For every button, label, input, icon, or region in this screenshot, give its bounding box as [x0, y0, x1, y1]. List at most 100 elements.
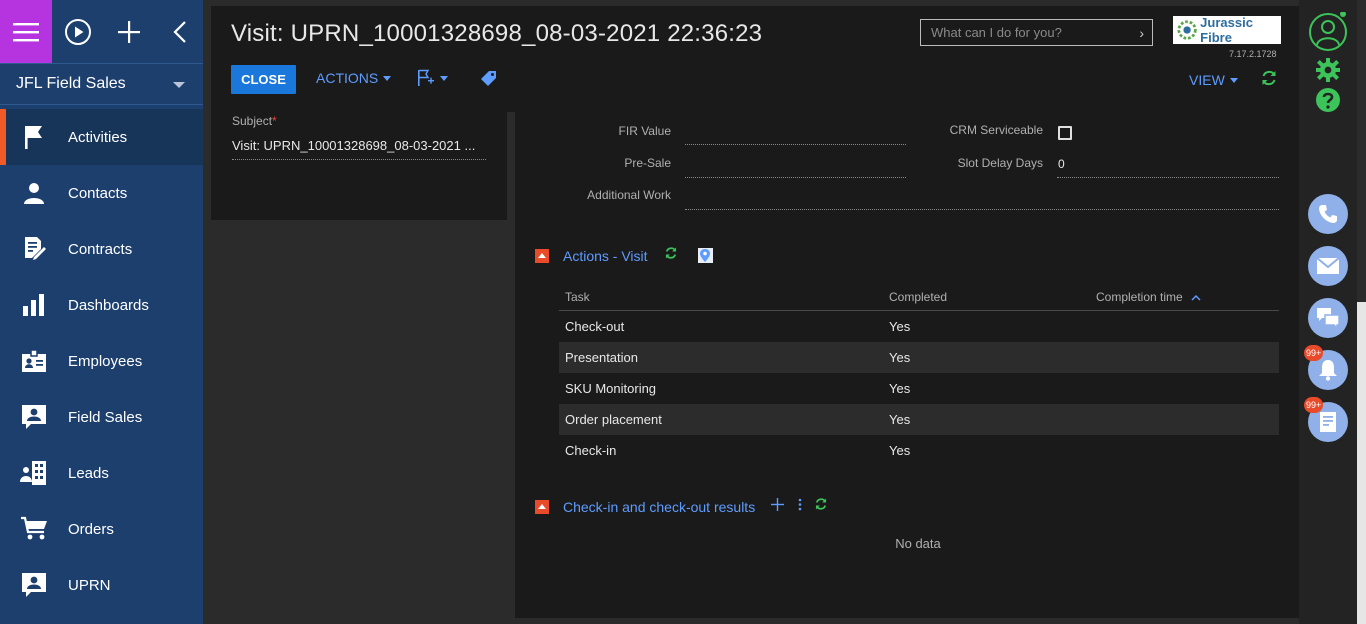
hamburger-menu-button[interactable] — [0, 0, 52, 63]
fir-value-label: FIR Value — [618, 124, 671, 138]
task-cell: Check-in — [565, 443, 617, 458]
actions-visit-title[interactable]: Actions - Visit — [563, 248, 648, 264]
envelope-icon — [1317, 258, 1339, 274]
logo-swirl-icon — [1177, 20, 1197, 40]
more-options-button[interactable] — [798, 498, 802, 516]
sidebar-item-employees[interactable]: Employees — [0, 333, 203, 389]
bell-icon — [1319, 360, 1337, 381]
task-cell: SKU Monitoring — [565, 381, 657, 396]
badge-icon — [20, 347, 48, 375]
bar-chart-icon — [20, 291, 48, 319]
play-circle-icon — [65, 18, 91, 45]
column-header-task[interactable]: Task — [565, 290, 590, 304]
map-pin-icon — [700, 249, 711, 262]
table-row[interactable]: Check-out Yes — [559, 311, 1279, 342]
crm-serviceable-checkbox[interactable] — [1058, 126, 1072, 140]
page-title: Visit: UPRN_10001328698_08-03-2021 22:36… — [231, 20, 763, 47]
sidebar-item-field-sales[interactable]: Field Sales — [0, 389, 203, 445]
caret-down-icon — [173, 82, 185, 88]
view-menu-button[interactable]: VIEW — [1189, 72, 1238, 88]
actions-visit-table: Task Completed Completion time Check-out… — [559, 284, 1279, 466]
slot-delay-days-value: 0 — [1058, 157, 1065, 171]
help-icon — [1316, 88, 1340, 112]
fir-value-field[interactable] — [685, 144, 906, 145]
column-header-completion-time[interactable]: Completion time — [1096, 290, 1201, 304]
notifications-button[interactable]: 99+ — [1304, 345, 1348, 390]
add-new-button[interactable] — [104, 0, 154, 63]
chat-button[interactable] — [1308, 298, 1348, 338]
table-row[interactable]: Presentation Yes — [559, 342, 1279, 373]
refresh-icon — [665, 247, 676, 259]
scrollbar-thumb[interactable] — [1357, 302, 1366, 624]
tag-icon — [481, 71, 496, 86]
refresh-actions-button[interactable] — [664, 246, 678, 265]
close-button[interactable]: CLOSE — [231, 65, 296, 94]
flag-icon — [20, 123, 48, 151]
sidebar-item-contracts[interactable]: Contracts — [0, 221, 203, 277]
caret-down-icon — [1229, 77, 1238, 83]
sidebar-item-activities[interactable]: Activities — [0, 109, 203, 165]
workspace-selector[interactable]: JFL Field Sales — [0, 63, 203, 105]
map-pin-button[interactable] — [697, 248, 713, 263]
sidebar-top-bar — [0, 0, 203, 63]
caret-down-icon — [440, 75, 448, 81]
sidebar-item-label: UPRN — [68, 576, 111, 594]
completed-cell: Yes — [889, 350, 911, 365]
contract-icon — [20, 235, 48, 263]
refresh-button[interactable] — [1260, 69, 1278, 92]
process-play-button[interactable] — [53, 0, 103, 63]
crm-serviceable-label: CRM Serviceable — [949, 123, 1043, 137]
refresh-results-button[interactable] — [814, 497, 828, 516]
chevron-right-icon[interactable]: › — [1139, 25, 1144, 41]
avatar-icon — [1309, 11, 1347, 51]
feed-button[interactable]: 99+ — [1304, 397, 1348, 442]
collapse-section-button[interactable] — [535, 248, 549, 263]
sidebar-item-orders[interactable]: Orders — [0, 501, 203, 557]
completed-cell: Yes — [889, 412, 911, 427]
actions-menu-button[interactable]: ACTIONS — [316, 70, 392, 86]
sidebar-item-label: Field Sales — [68, 408, 143, 426]
gear-icon — [1316, 58, 1340, 82]
email-button[interactable] — [1308, 246, 1348, 286]
refresh-icon — [1262, 70, 1276, 86]
flag-menu-button[interactable] — [417, 69, 448, 87]
table-row[interactable]: Check-in Yes — [559, 435, 1279, 466]
caret-down-icon — [383, 75, 392, 81]
additional-work-field[interactable] — [685, 209, 1279, 210]
task-cell: Check-out — [565, 319, 625, 334]
version-label: 7.17.2.1728 — [1229, 49, 1277, 59]
add-record-button[interactable] — [771, 497, 785, 516]
record-header: Visit: UPRN_10001328698_08-03-2021 22:36… — [211, 6, 1299, 112]
slot-delay-days-field[interactable] — [1057, 177, 1279, 178]
sidebar-item-leads[interactable]: Leads — [0, 445, 203, 501]
phone-button[interactable] — [1308, 194, 1348, 234]
system-settings-button[interactable] — [1315, 57, 1341, 88]
feed-badge: 99+ — [1304, 397, 1324, 413]
collapse-sidebar-button[interactable] — [155, 0, 205, 63]
details-panel: FIR Value Pre-Sale Additional Work CRM S… — [515, 112, 1299, 618]
app-window: JFL Field Sales Activities Contacts Cont… — [0, 0, 1366, 624]
sidebar-item-label: Leads — [68, 464, 109, 482]
collapse-section-button[interactable] — [535, 499, 549, 514]
sidebar-item-uprn[interactable]: UPRN — [0, 557, 203, 613]
user-profile-button[interactable] — [1308, 11, 1348, 57]
command-search-input[interactable]: What can I do for you? › — [920, 19, 1153, 46]
checkin-results-title[interactable]: Check-in and check-out results — [563, 499, 755, 515]
pre-sale-field[interactable] — [685, 177, 906, 178]
sidebar-item-dashboards[interactable]: Dashboards — [0, 277, 203, 333]
table-row[interactable]: Order placement Yes — [559, 404, 1279, 435]
logo-text: Jurassic Fibre — [1200, 15, 1253, 45]
table-row[interactable]: SKU Monitoring Yes — [559, 373, 1279, 404]
help-button[interactable] — [1315, 87, 1341, 118]
phone-icon — [1319, 205, 1337, 223]
tag-button[interactable] — [481, 70, 497, 91]
task-cell: Presentation — [565, 350, 638, 365]
subject-field[interactable]: Visit: UPRN_10001328698_08-03-2021 ... — [232, 138, 486, 160]
plus-icon — [771, 497, 785, 511]
contact-card-icon — [20, 403, 48, 431]
completion-time-label: Completion time — [1096, 290, 1183, 304]
actions-label: ACTIONS — [316, 70, 379, 86]
sidebar-item-contacts[interactable]: Contacts — [0, 165, 203, 221]
completed-cell: Yes — [889, 443, 911, 458]
column-header-completed[interactable]: Completed — [889, 290, 947, 304]
